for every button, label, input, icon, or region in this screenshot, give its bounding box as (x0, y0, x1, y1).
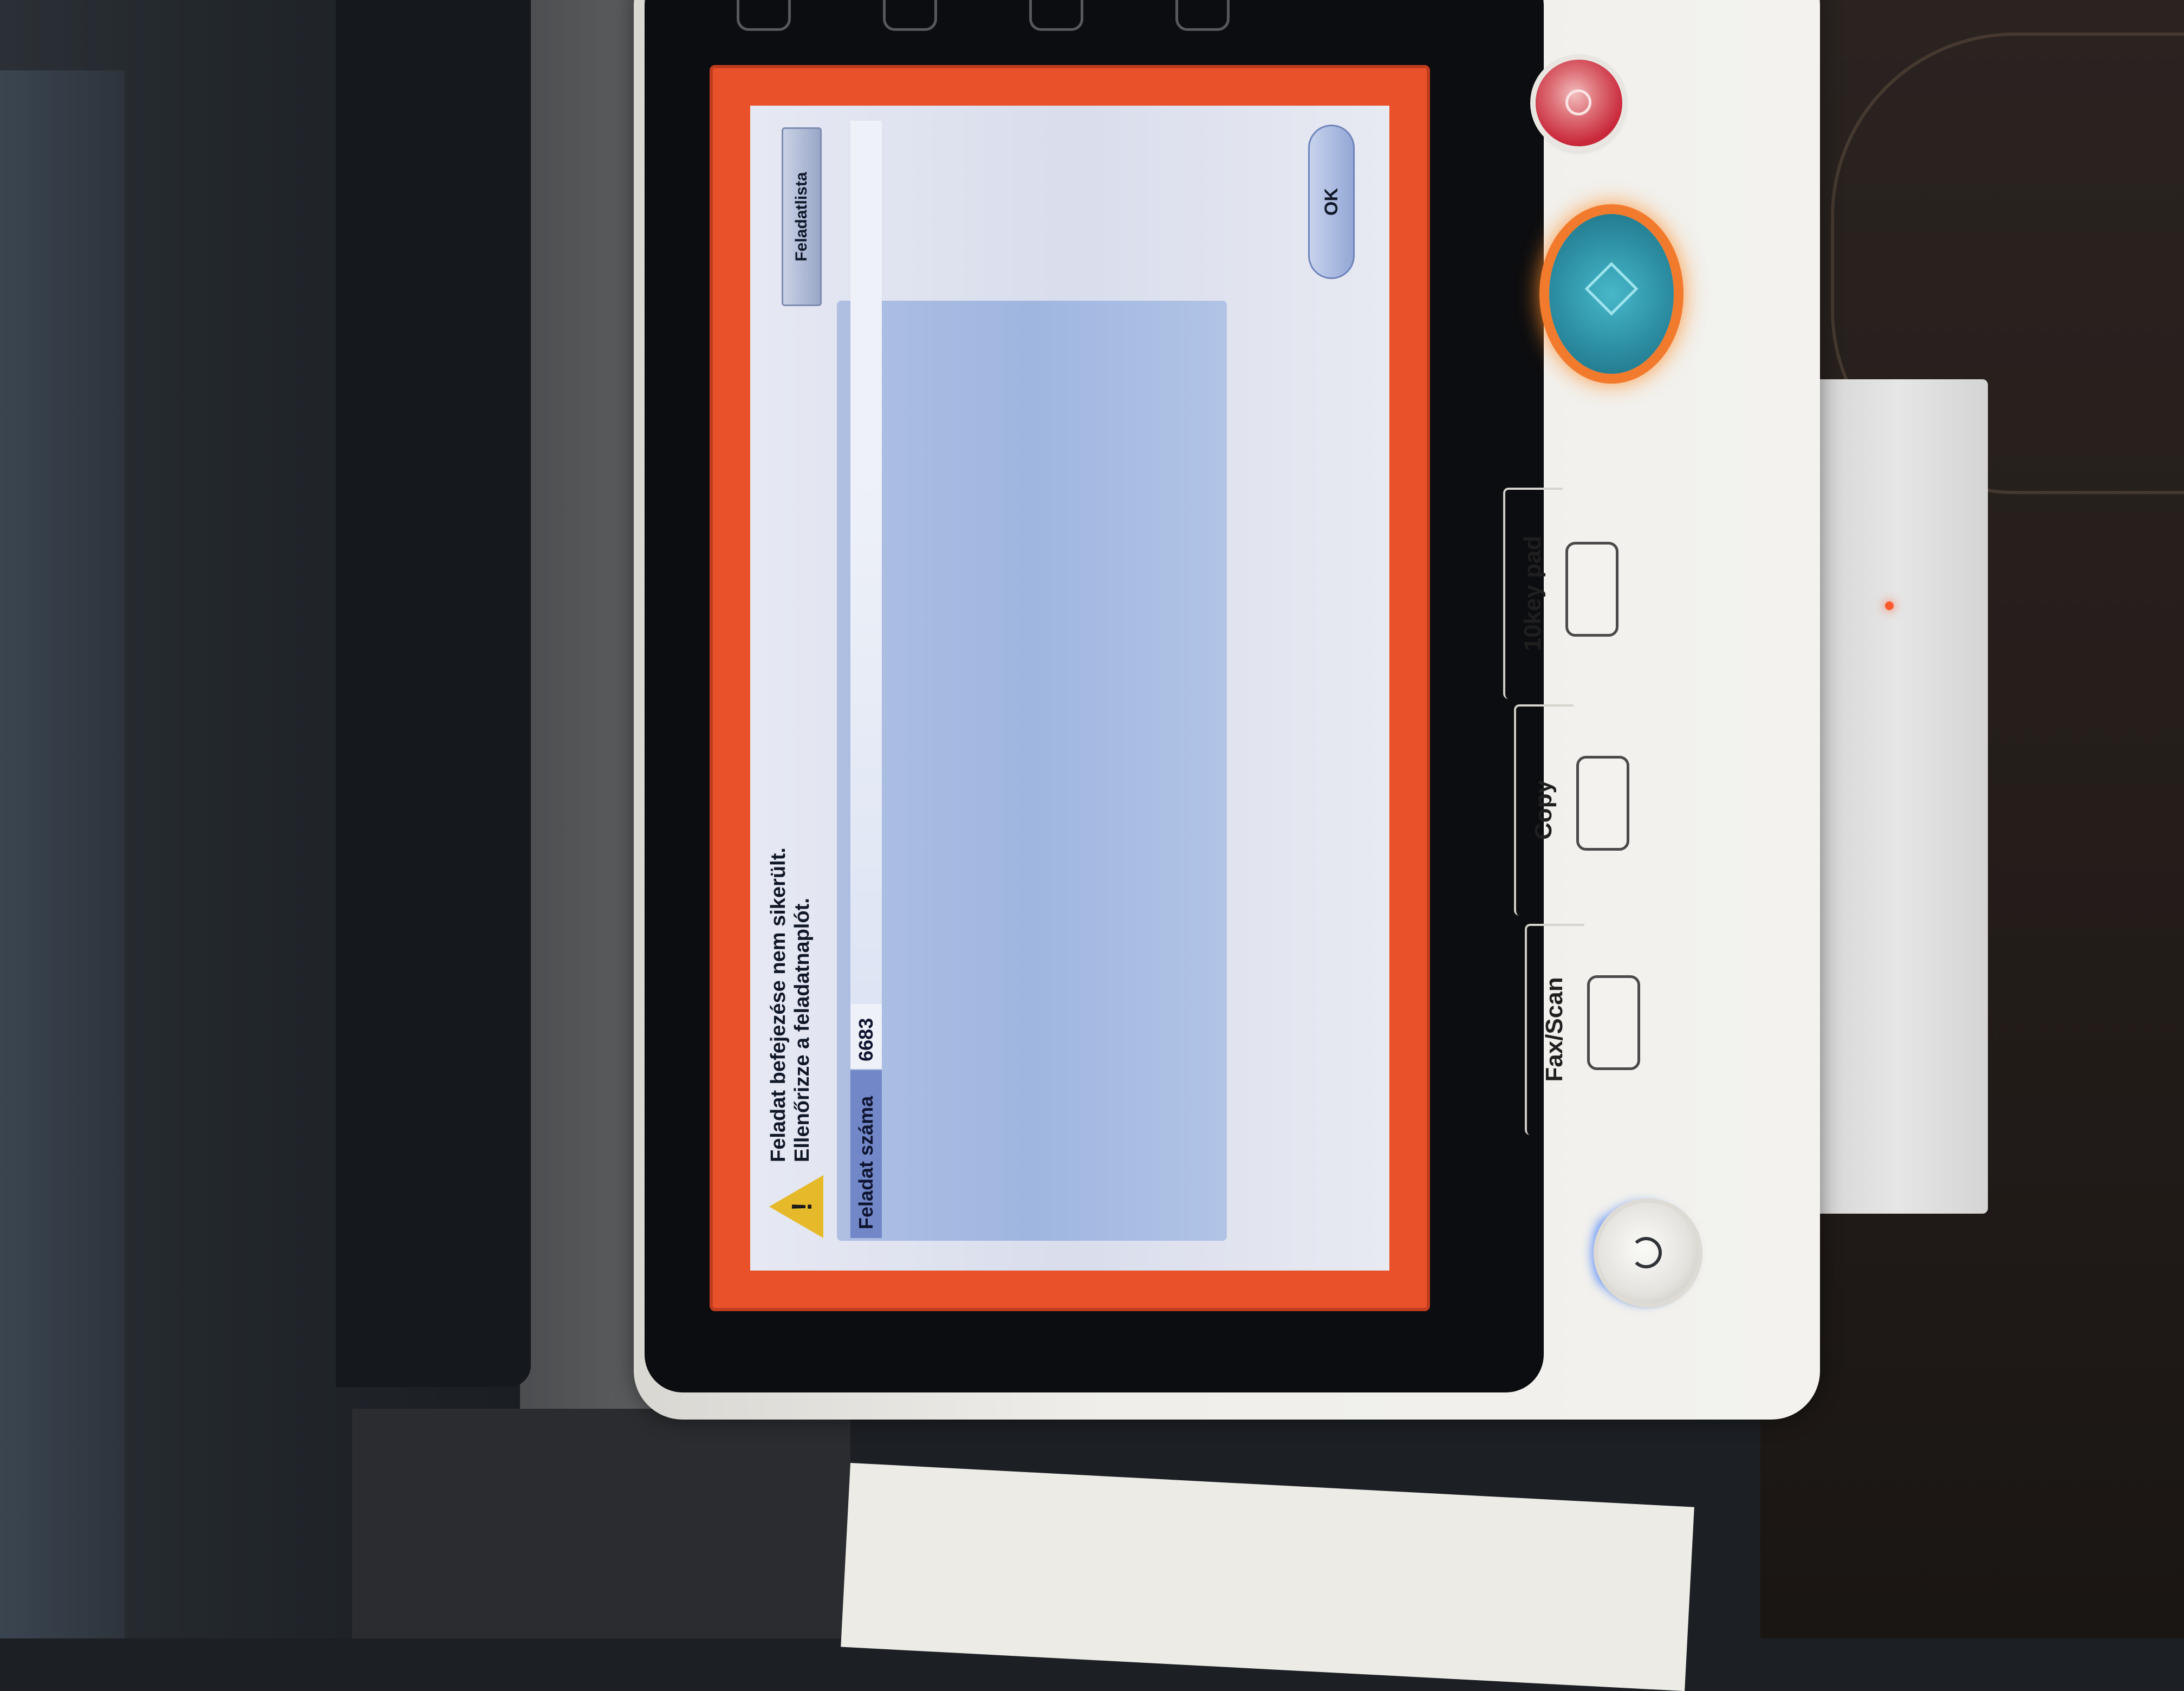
job-list-button[interactable]: Feladatlista (782, 127, 822, 306)
error-message: Feladat befejezése nem sikerült. Ellenőr… (766, 512, 814, 1162)
background-dark-slab (336, 0, 531, 1387)
background-paper-sheet (841, 1463, 1694, 1691)
top-key[interactable] (737, 0, 791, 31)
top-key[interactable] (883, 0, 937, 31)
ten-key-pad-label: 10key pad (1519, 535, 1546, 651)
ok-button[interactable]: OK (1308, 125, 1355, 279)
top-key[interactable] (1029, 0, 1083, 31)
job-number-row-fill (850, 121, 882, 1004)
warning-exclamation-mark: ! (786, 1202, 818, 1211)
copy-label: Copy (1530, 780, 1557, 840)
job-number-value: 6683 (850, 1004, 882, 1069)
power-icon (1630, 1237, 1662, 1268)
stop-icon (1565, 89, 1591, 115)
job-info-table (837, 301, 1227, 1241)
copy-button[interactable] (1576, 756, 1629, 851)
error-message-line-1: Feladat befejezése nem sikerült. (767, 847, 790, 1162)
background-indicator-light (1885, 601, 1894, 610)
touchscreen-dialog: ! Feladat befejezése nem sikerült. Ellen… (750, 106, 1389, 1271)
fax-scan-label: Fax/Scan (1541, 977, 1568, 1082)
top-key-row (737, 0, 1311, 33)
fax-scan-button[interactable] (1587, 975, 1640, 1070)
error-message-line-2: Ellenőrizze a feladatnaplót. (791, 898, 814, 1162)
top-key[interactable] (1175, 0, 1230, 31)
background-dark-area (352, 1409, 850, 1638)
background-left-stripe (0, 70, 125, 1638)
job-number-label: Feladat száma (850, 1070, 882, 1238)
ten-key-pad-button[interactable] (1565, 542, 1618, 637)
